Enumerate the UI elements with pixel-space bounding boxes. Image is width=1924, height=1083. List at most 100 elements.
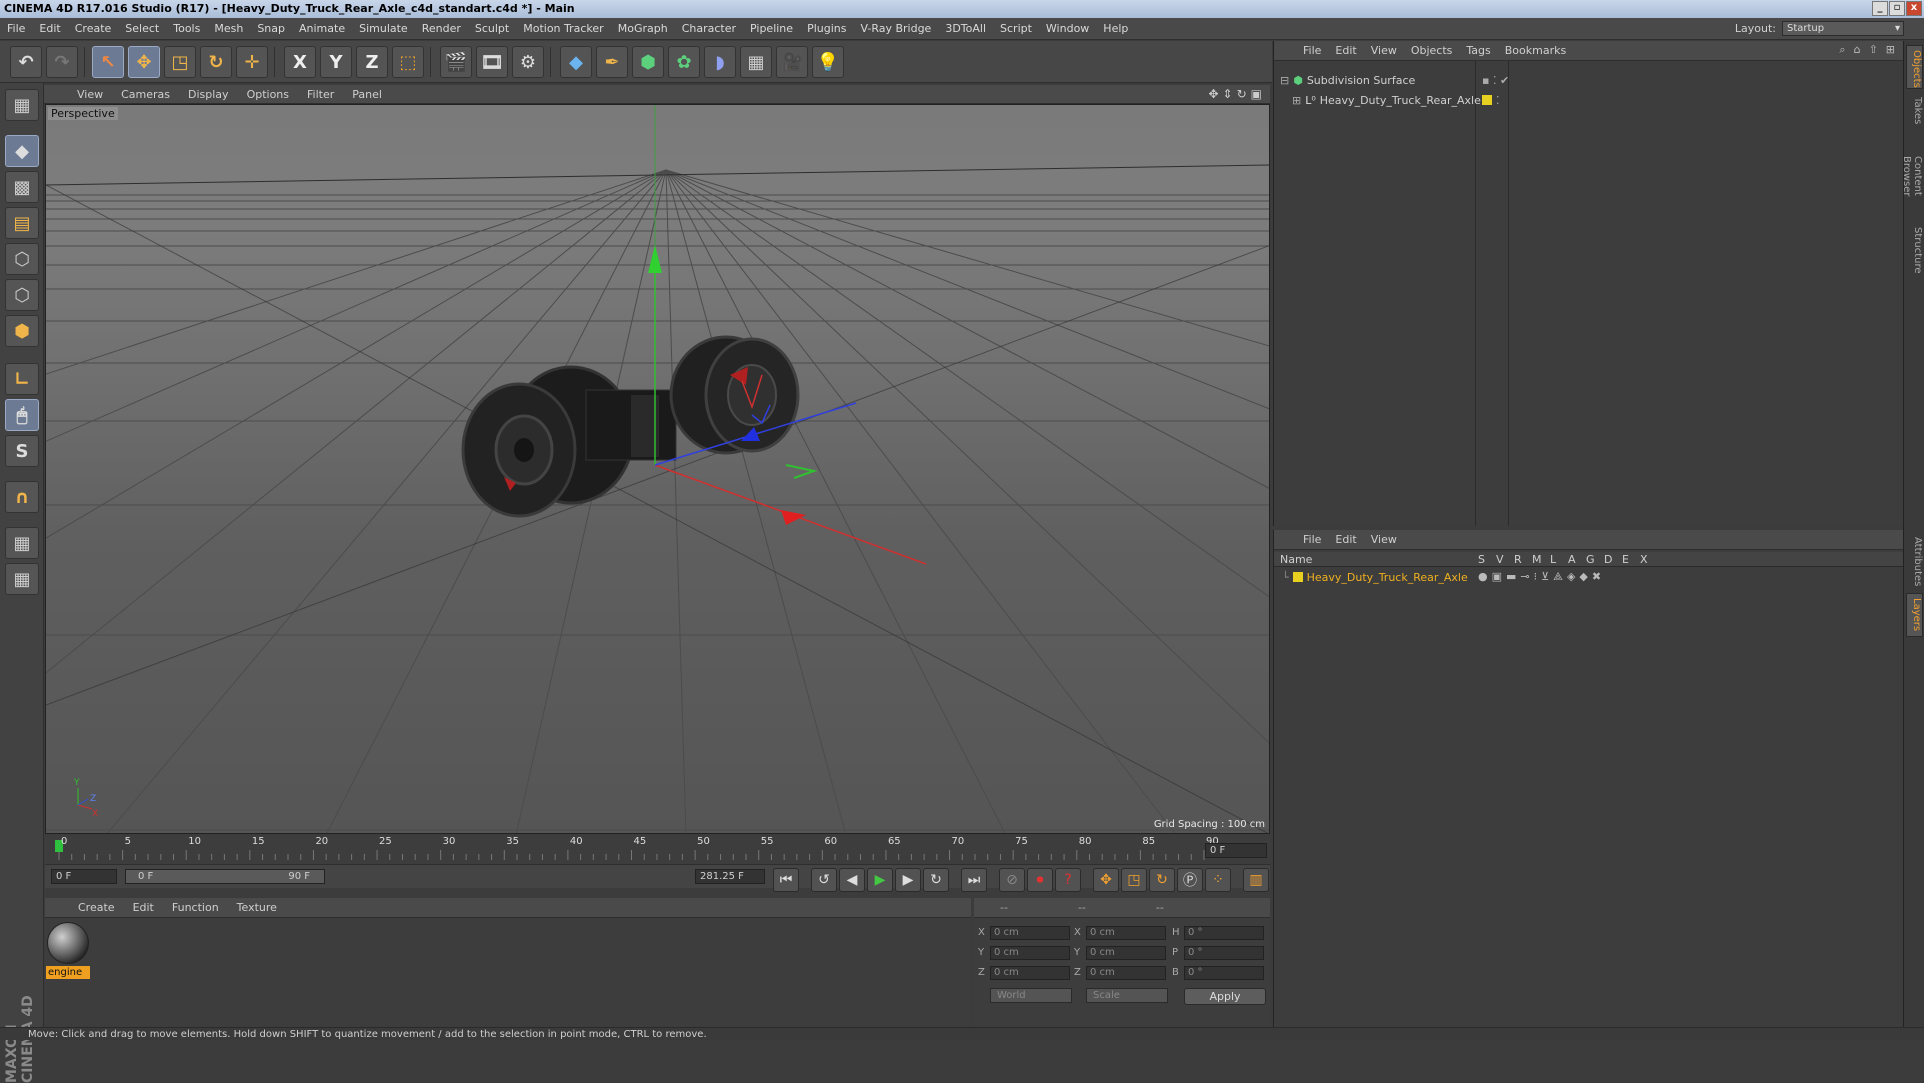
position-z-field[interactable]: 0 cm [990,966,1070,980]
up-arrow-icon[interactable]: ⇧ [1869,43,1878,57]
material-menu-create[interactable]: Create [69,901,124,914]
tweak-mode-icon[interactable]: 🖱 [5,399,39,431]
x-axis-lock-button[interactable]: X [284,46,316,78]
object-name[interactable]: Heavy_Duty_Truck_Rear_Axle [1320,94,1481,107]
size-y-field[interactable]: 0 cm [1086,946,1166,960]
viewport-menu-panel[interactable]: Panel [343,88,391,101]
autokeying-icon[interactable]: ⏺ [1027,868,1053,892]
layout-dropdown[interactable]: Startup [1782,21,1904,36]
3d-viewport[interactable]: Y X Z Perspective Grid Spacing : 100 cm [45,104,1270,834]
rotate-tool-icon[interactable]: ↻ [200,46,232,78]
record-scale-icon[interactable]: ◳ [1121,868,1147,892]
material-menu-texture[interactable]: Texture [228,901,286,914]
layer-color-swatch[interactable] [1482,95,1492,105]
record-parameter-icon[interactable]: Ⓟ [1177,868,1203,892]
tab-attributes[interactable]: Attributes [1906,533,1923,589]
viewport-menu-view[interactable]: View [68,88,112,101]
go-to-start-icon[interactable]: ⏮ [773,868,799,892]
menu-window[interactable]: Window [1039,22,1096,35]
search-icon[interactable]: ⌕ [1839,43,1845,57]
edges-mode-icon[interactable]: ⬡ [5,279,39,311]
next-frame-icon[interactable]: ▶ [895,868,921,892]
tab-layers[interactable]: Layers [1906,593,1923,637]
object-menu-tags[interactable]: Tags [1459,44,1497,57]
tab-content-browser[interactable]: Content Browser [1901,133,1923,219]
object-menu-edit[interactable]: Edit [1328,44,1363,57]
object-menu-objects[interactable]: Objects [1404,44,1460,57]
polygons-mode-icon[interactable]: ⬢ [5,315,39,347]
z-axis-lock-button[interactable]: Z [356,46,388,78]
minimize-button[interactable]: _ [1872,1,1888,16]
size-x-field[interactable]: 0 cm [1086,926,1166,940]
recent-tool-icon[interactable]: ✛ [236,46,268,78]
play-forward-icon[interactable]: ▶ [867,868,893,892]
render-view-icon[interactable]: 🎬 [440,46,472,78]
close-button[interactable]: x [1906,1,1922,16]
axis-mode-icon[interactable]: ∟ [5,363,39,395]
orbit-view-icon[interactable]: ↻ [1237,87,1247,101]
current-frame-field[interactable]: 0 F [1205,843,1267,858]
pan-view-icon[interactable]: ✥ [1208,87,1218,101]
menu-edit[interactable]: Edit [32,22,67,35]
menu-tools[interactable]: Tools [166,22,207,35]
object-menu-file[interactable]: File [1296,44,1328,57]
texture-mode-icon[interactable]: ▩ [5,171,39,203]
menu-mograph[interactable]: MoGraph [611,22,675,35]
menu-character[interactable]: Character [675,22,743,35]
undo-icon[interactable]: ↶ [10,46,42,78]
record-active-objects-icon[interactable]: ⊘ [999,868,1025,892]
home-icon[interactable]: ⌂ [1854,43,1861,57]
cube-primitive-icon[interactable]: ◆ [560,46,592,78]
expand-icon[interactable]: ⊞ [1292,94,1301,107]
viewport-menu-cameras[interactable]: Cameras [112,88,179,101]
menu-mesh[interactable]: Mesh [207,22,250,35]
record-point-level-icon[interactable]: ⁘ [1205,868,1231,892]
rotation-h-field[interactable]: 0 ° [1184,926,1264,940]
floor-icon[interactable]: ▦ [740,46,772,78]
points-mode-icon[interactable]: ⬡ [5,243,39,275]
viewport-menu-display[interactable]: Display [179,88,238,101]
new-view-icon[interactable]: ⊞ [1886,43,1895,57]
record-position-icon[interactable]: ✥ [1093,868,1119,892]
subdivision-surface-icon[interactable]: ⬢ [632,46,664,78]
layer-menu-edit[interactable]: Edit [1328,533,1363,546]
menu-snap[interactable]: Snap [250,22,292,35]
redo-icon[interactable]: ↷ [46,46,78,78]
coordinate-system-icon[interactable]: ⬚ [392,46,424,78]
menu-script[interactable]: Script [993,22,1039,35]
collapse-icon[interactable]: ⊟ [1280,74,1289,87]
keyframe-selection-icon[interactable]: ? [1055,868,1081,892]
next-key-icon[interactable]: ↻ [923,868,949,892]
menu-help[interactable]: Help [1096,22,1135,35]
material-menu-function[interactable]: Function [163,901,228,914]
workplane-mode-icon[interactable]: ▤ [5,207,39,239]
object-row[interactable]: ⊟ ⬢ Subdivision Surface ▪ ⁚ ✔ [1280,71,1900,89]
object-menu-bookmarks[interactable]: Bookmarks [1498,44,1573,57]
editor-visibility-icon[interactable]: ▪ ⁚ ✔ [1482,74,1509,87]
menu-select[interactable]: Select [118,22,166,35]
coordinate-mode-dropdown[interactable]: World [990,988,1072,1003]
menu-vray-bridge[interactable]: V-Ray Bridge [853,22,938,35]
go-to-end-icon[interactable]: ⏭ [961,868,987,892]
layer-menu-view[interactable]: View [1364,533,1404,546]
light-icon[interactable]: 💡 [812,46,844,78]
layer-flags-icons[interactable]: ●▣▬⊸⁝⊻⟁◈◆✖ [1478,570,1605,584]
scale-tool-icon[interactable]: ◳ [164,46,196,78]
deformer-icon[interactable]: ◗ [704,46,736,78]
tab-objects[interactable]: Objects [1906,45,1923,89]
spline-pen-icon[interactable]: ✒ [596,46,628,78]
position-x-field[interactable]: 0 cm [990,926,1070,940]
live-selection-icon[interactable]: ↖ [92,46,124,78]
layer-color-swatch[interactable] [1292,572,1303,582]
previous-frame-icon[interactable]: ◀ [839,868,865,892]
menu-motion-tracker[interactable]: Motion Tracker [516,22,610,35]
object-row[interactable]: ⊞ L⁰ Heavy_Duty_Truck_Rear_Axle ⁚ [1292,91,1912,109]
viewport-menu-filter[interactable]: Filter [298,88,343,101]
material-menu-edit[interactable]: Edit [124,901,163,914]
size-z-field[interactable]: 0 cm [1086,966,1166,980]
apply-button[interactable]: Apply [1184,988,1266,1005]
end-frame-field[interactable]: 281.25 F [695,869,765,884]
maximize-view-icon[interactable]: ▣ [1251,87,1262,101]
snap-toggle-button[interactable]: S [5,435,39,467]
rotation-p-field[interactable]: 0 ° [1184,946,1264,960]
